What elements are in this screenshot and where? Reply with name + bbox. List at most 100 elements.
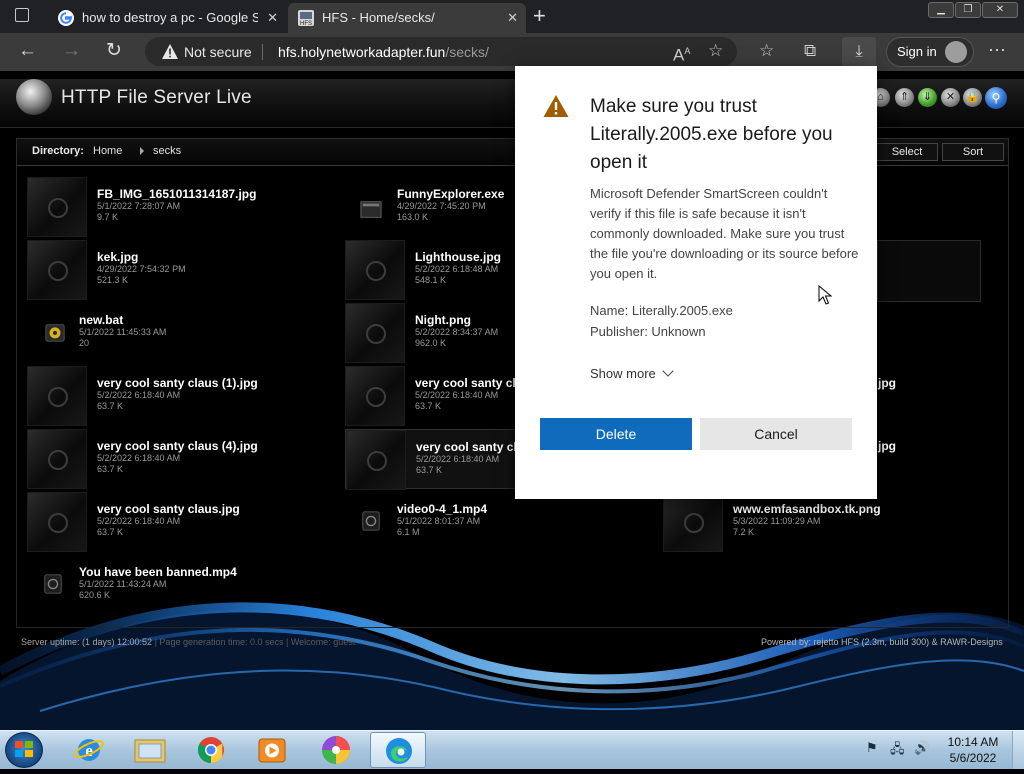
- file-name[interactable]: very cool santy cl: [415, 376, 516, 390]
- url-text[interactable]: hfs.holynetworkadapter.fun/secks/: [278, 42, 489, 62]
- refresh-icon[interactable]: ↻: [106, 40, 122, 62]
- tools-icon[interactable]: ✕: [941, 88, 960, 107]
- file-item[interactable]: FB_IMG_1651011314187.jpg 5/1/2022 7:28:0…: [27, 177, 327, 237]
- file-date: 5/1/2022 8:01:37 AM: [397, 516, 481, 526]
- video-file-icon: [44, 574, 62, 594]
- close-tab-icon[interactable]: ✕: [507, 3, 518, 33]
- taskbar-edge[interactable]: [370, 732, 426, 768]
- delete-button[interactable]: Delete: [540, 418, 692, 450]
- tab-google-search[interactable]: how to destroy a pc - Google Se ✕: [48, 3, 286, 33]
- collections-icon[interactable]: ⧉: [804, 40, 816, 62]
- taskbar-photos[interactable]: [308, 732, 364, 768]
- back-icon[interactable]: ←: [18, 40, 37, 62]
- file-name[interactable]: very cool santy claus (4).jpg: [97, 439, 258, 453]
- file-date: 5/2/2022 6:18:40 AM: [97, 516, 181, 526]
- select-button[interactable]: Select: [876, 143, 938, 161]
- volume-icon[interactable]: 🔊: [914, 740, 930, 756]
- internet-explorer-icon: e: [74, 739, 104, 761]
- hfs-logo: [16, 79, 52, 115]
- file-name-partial[interactable]: jpg: [878, 439, 896, 453]
- tab-hfs[interactable]: HFS HFS - Home/secks/ ✕: [288, 3, 526, 33]
- file-item[interactable]: very cool santy claus (1).jpg 5/2/2022 6…: [27, 366, 327, 426]
- network-icon[interactable]: 🖧: [890, 740, 905, 762]
- file-explorer-icon: [134, 739, 166, 763]
- executable-file-icon: [360, 201, 382, 218]
- file-name-partial[interactable]: jpg: [878, 376, 896, 390]
- not-secure-label: Not secure: [184, 44, 252, 60]
- taskbar-chrome[interactable]: [183, 732, 239, 768]
- taskbar-file-explorer[interactable]: [122, 732, 178, 768]
- file-item[interactable]: www.emfasandbox.tk.png 5/3/2022 11:09:29…: [663, 492, 963, 552]
- breadcrumb-secks[interactable]: secks: [153, 145, 181, 157]
- more-menu-icon[interactable]: ···: [988, 39, 1006, 60]
- file-item[interactable]: new.bat 5/1/2022 11:45:33 AM 20: [27, 303, 327, 363]
- search-icon[interactable]: ⚲: [985, 87, 1007, 109]
- tab-actions-icon[interactable]: [15, 8, 29, 22]
- page-generation-info: | Page generation time: 0.0 secs | Welco…: [154, 637, 356, 647]
- file-name[interactable]: www.emfasandbox.tk.png: [733, 502, 881, 516]
- start-button[interactable]: [5, 732, 43, 768]
- lock-icon[interactable]: 🔒: [963, 88, 982, 107]
- file-name[interactable]: video0-4_1.mp4: [397, 502, 487, 516]
- file-name[interactable]: You have been banned.mp4: [79, 565, 237, 579]
- close-tab-icon[interactable]: ✕: [267, 3, 278, 33]
- file-name[interactable]: kek.jpg: [97, 250, 138, 264]
- file-date: 5/1/2022 11:43:24 AM: [79, 579, 167, 589]
- system-clock[interactable]: 10:14 AM 5/6/2022: [947, 734, 999, 766]
- taskbar-internet-explorer[interactable]: e: [61, 732, 117, 768]
- show-more-label: Show more: [590, 366, 656, 381]
- forward-icon[interactable]: →: [62, 40, 81, 62]
- read-aloud-icon[interactable]: AA: [673, 40, 690, 67]
- file-name[interactable]: Lighthouse.jpg: [415, 250, 501, 264]
- file-size: 620.6 K: [79, 590, 111, 600]
- show-desktop-button[interactable]: [1012, 731, 1024, 769]
- dialog-title: Make sure you trust Literally.2005.exe b…: [590, 96, 833, 173]
- file-name[interactable]: Night.png: [415, 313, 471, 327]
- file-item[interactable]: video0-4_1.mp4 5/1/2022 8:01:37 AM 6.1 M: [345, 492, 645, 552]
- file-size: 9.7 K: [97, 212, 119, 222]
- breadcrumb-home[interactable]: Home: [93, 145, 122, 157]
- photos-icon: [322, 736, 350, 764]
- taskbar-media-player[interactable]: [244, 732, 300, 768]
- favorites-icon[interactable]: ☆: [759, 40, 774, 62]
- add-favorite-icon[interactable]: ☆: [708, 40, 723, 62]
- window-close-icon[interactable]: ✕: [982, 2, 1018, 18]
- cancel-button[interactable]: Cancel: [700, 418, 852, 450]
- up-folder-icon[interactable]: ⇑: [895, 88, 914, 107]
- svg-text:HFS: HFS: [300, 21, 312, 26]
- file-item[interactable]: very cool santy claus.jpg 5/2/2022 6:18:…: [27, 492, 327, 552]
- action-center-icon[interactable]: ⚑: [866, 740, 878, 756]
- clock-time: 10:14 AM: [947, 735, 999, 749]
- sort-button[interactable]: Sort: [942, 143, 1004, 161]
- thumbnail: [663, 492, 723, 552]
- file-size: 63.7 K: [416, 465, 443, 475]
- thumbnail: [27, 177, 87, 237]
- not-secure-indicator[interactable]: Not secure: [162, 42, 252, 62]
- restore-icon[interactable]: ❐: [955, 2, 981, 18]
- file-item[interactable]: kek.jpg 4/29/2022 7:54:32 PM 521.3 K: [27, 240, 327, 300]
- file-name[interactable]: very cool santy claus (1).jpg: [97, 376, 258, 390]
- file-item[interactable]: very cool santy claus (4).jpg 5/2/2022 6…: [27, 429, 327, 489]
- file-item[interactable]: You have been banned.mp4 5/1/2022 11:43:…: [27, 555, 327, 615]
- file-name[interactable]: very cool santy claus.jpg: [97, 502, 240, 516]
- download-arrow-icon[interactable]: ⇓: [918, 88, 937, 107]
- file-name[interactable]: very cool santy cl: [416, 440, 517, 454]
- file-name[interactable]: FunnyExplorer.exe: [397, 187, 504, 201]
- file-item-partial[interactable]: [877, 240, 981, 302]
- show-more-toggle[interactable]: Show more: [590, 365, 674, 381]
- file-name[interactable]: FB_IMG_1651011314187.jpg: [97, 187, 256, 201]
- chrome-icon: [197, 737, 224, 764]
- avatar: [945, 41, 967, 63]
- smartscreen-dialog: Make sure you trust Literally.2005.exe b…: [515, 66, 877, 499]
- server-uptime: Server uptime: (1 days) 12:00:52: [21, 637, 153, 647]
- thumbnail: [27, 429, 87, 489]
- file-date: 5/1/2022 7:28:07 AM: [97, 201, 181, 211]
- file-name[interactable]: new.bat: [79, 313, 123, 327]
- minimize-icon[interactable]: ▁: [928, 2, 954, 18]
- mouse-cursor-icon: [818, 285, 832, 305]
- sign-in-button[interactable]: Sign in: [886, 37, 974, 67]
- downloads-icon[interactable]: ⤓: [842, 37, 876, 67]
- file-date: 5/1/2022 11:45:33 AM: [79, 327, 167, 337]
- new-tab-icon[interactable]: +: [533, 3, 546, 29]
- file-date: 5/2/2022 6:18:40 AM: [415, 390, 499, 400]
